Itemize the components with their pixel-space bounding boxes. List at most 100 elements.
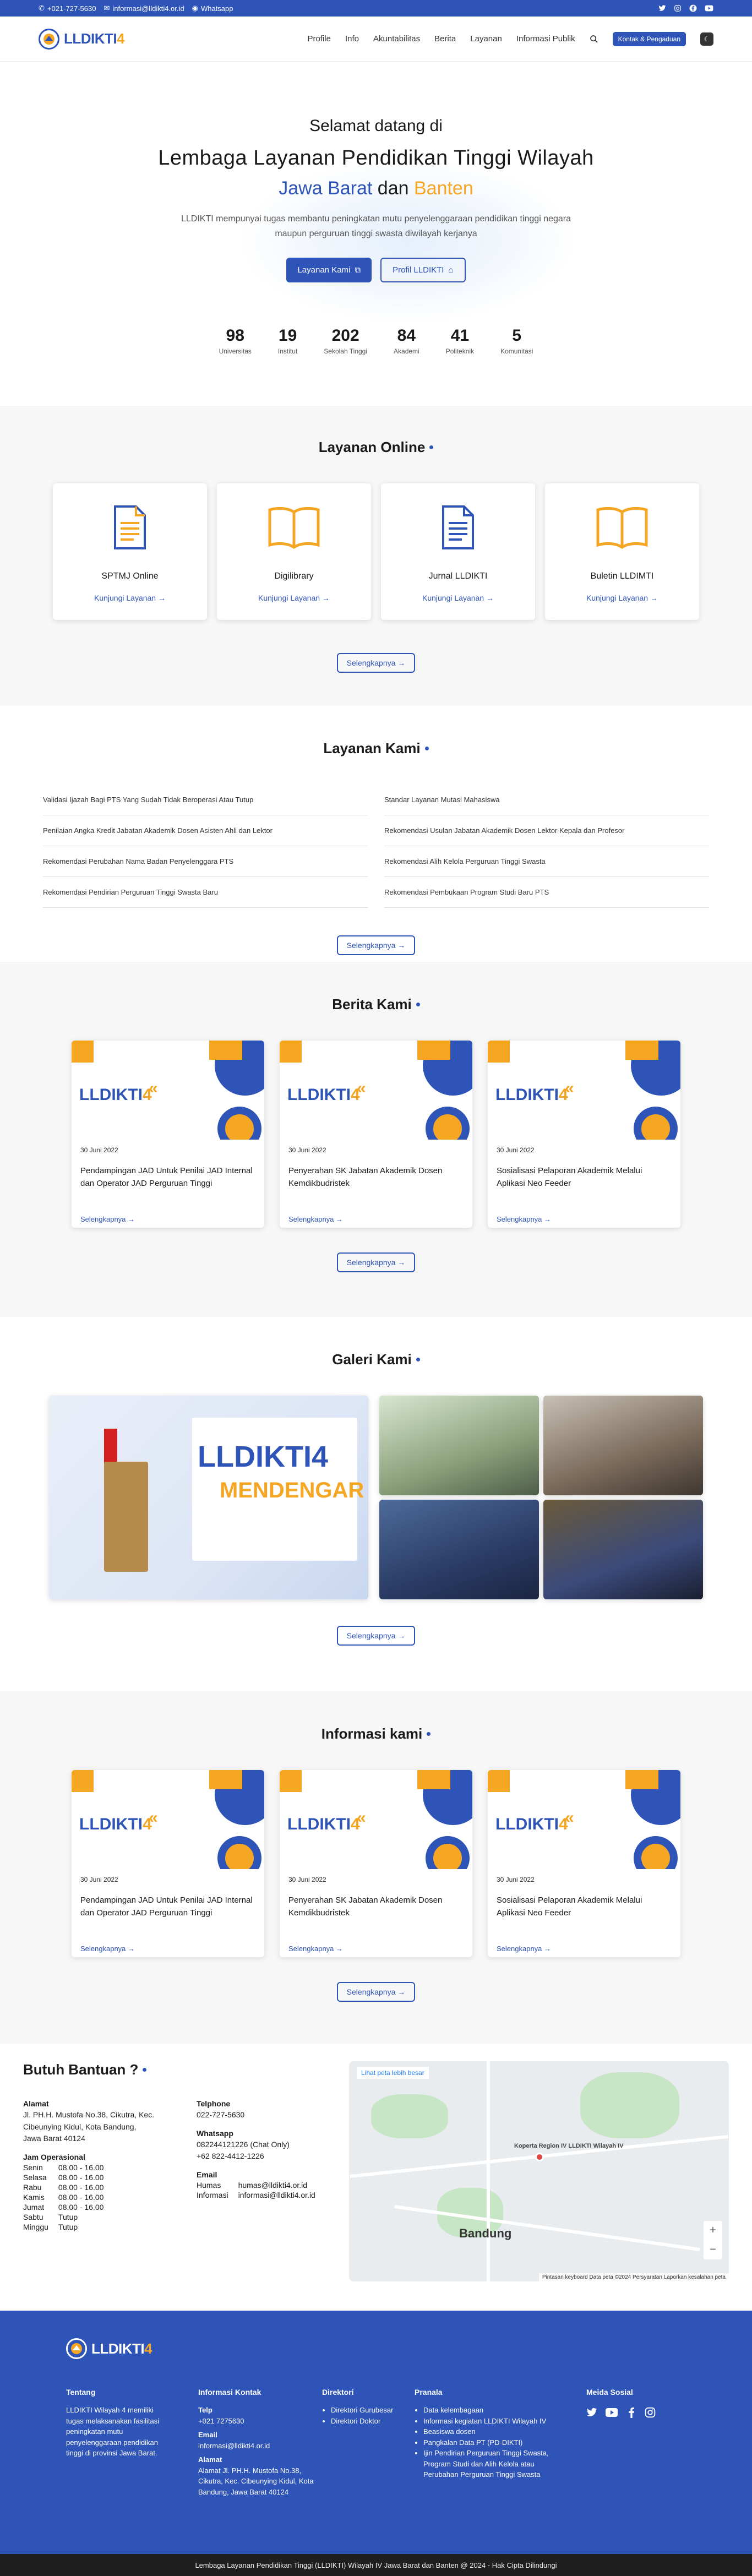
news-link[interactable]: Selengkapnya → [80, 1215, 135, 1223]
phone-contact[interactable]: ✆ +021-727-5630 [39, 4, 96, 13]
news-title[interactable]: Pendampingan JAD Untuk Penilai JAD Inter… [80, 1165, 255, 1205]
news-card[interactable]: «LLDIKTI4 30 Juni 2022 Penyerahan SK Jaba… [280, 1041, 472, 1228]
informasi-more-button[interactable]: Selengkapnya → [336, 1982, 416, 2002]
hours-day: Rabu [23, 2183, 42, 2192]
nav-item-akuntabilitas[interactable]: Akuntabilitas [373, 34, 420, 43]
location-map[interactable]: Koperta Region IV LLDIKTI Wilayah IV Ban… [349, 2061, 729, 2281]
footer-link[interactable]: Data kelembagaan [423, 2405, 563, 2416]
news-title[interactable]: Sosialisasi Pelaporan Akademik Melalui A… [497, 1165, 672, 1205]
service-card[interactable]: Jurnal LLDIKTI Kunjungi Layanan → [381, 483, 535, 620]
service-link[interactable]: Kunjungi Layanan → [586, 593, 658, 602]
facebook-icon[interactable] [626, 2405, 637, 2423]
info-link[interactable]: Selengkapnya → [80, 1945, 135, 1953]
site-logo[interactable]: LLDIKTI4 [39, 28, 125, 50]
youtube-icon[interactable] [705, 4, 713, 12]
instagram-icon[interactable] [674, 4, 682, 12]
footer-link[interactable]: Beasiswa dosen [423, 2426, 563, 2437]
info-card[interactable]: «LLDIKTI4 30 Juni 2022 Pendampingan JAD U… [72, 1770, 264, 1957]
service-list-item[interactable]: Standar Layanan Mutasi Mahasiswa [384, 785, 709, 815]
info-title[interactable]: Pendampingan JAD Untuk Penilai JAD Inter… [80, 1894, 255, 1934]
service-link[interactable]: Kunjungi Layanan → [94, 593, 166, 602]
gallery-photo[interactable] [379, 1500, 539, 1599]
whatsapp-text[interactable]: 082244121226 (Chat Only) [197, 2139, 325, 2151]
berita-more-button[interactable]: Selengkapnya → [336, 1252, 416, 1272]
info-title[interactable]: Sosialisasi Pelaporan Akademik Melalui A… [497, 1894, 672, 1934]
service-list-item[interactable]: Rekomendasi Pendirian Perguruan Tinggi S… [43, 877, 368, 908]
gallery-photo[interactable] [543, 1396, 703, 1495]
whatsapp-contact[interactable]: ◉ Whatsapp [192, 4, 233, 13]
email-contact[interactable]: ✉ informasi@lldikti4.or.id [103, 4, 184, 13]
gallery-photo[interactable] [379, 1396, 539, 1495]
stat-label: Institut [277, 347, 298, 356]
footer-link[interactable]: Direktori Doktor [331, 2416, 415, 2427]
hours-row: Senin 08.00 - 16.00 [23, 2163, 113, 2172]
nav-item-informasi-publik[interactable]: Informasi Publik [516, 34, 575, 43]
instagram-icon[interactable] [645, 2405, 656, 2423]
facebook-icon[interactable] [689, 4, 697, 12]
gallery-photo[interactable] [543, 1500, 703, 1599]
footer-heading: Meida Sosial [586, 2388, 633, 2397]
service-link[interactable]: Kunjungi Layanan → [258, 593, 330, 602]
footer-phone[interactable]: +021 7275630 [198, 2416, 322, 2427]
footer-tentang: Tentang LLDIKTI Wilayah 4 memiliki tugas… [66, 2387, 198, 2497]
service-link[interactable]: Kunjungi Layanan → [422, 593, 494, 602]
layanan-kami-more-button[interactable]: Selengkapnya → [336, 935, 416, 955]
layanan-online-more-button[interactable]: Selengkapnya → [336, 653, 416, 673]
telephone-text[interactable]: 022-727-5630 [197, 2109, 325, 2121]
email-value[interactable]: informasi@lldikti4.or.id [238, 2190, 325, 2200]
footer-logo[interactable]: LLDIKTI4 [66, 2338, 708, 2359]
news-link[interactable]: Selengkapnya → [497, 1215, 551, 1223]
email-key: Humas [197, 2181, 221, 2190]
news-title[interactable]: Penyerahan SK Jabatan Akademik Dosen Kem… [288, 1165, 464, 1205]
footer-link[interactable]: Pangkalan Data PT (PD-DIKTI) [423, 2437, 563, 2448]
title-dot [416, 1358, 420, 1361]
service-list-item[interactable]: Penilaian Angka Kredit Jabatan Akademik … [43, 815, 368, 846]
email-value[interactable]: humas@lldikti4.or.id [238, 2180, 325, 2190]
twitter-icon[interactable] [586, 2405, 597, 2423]
map-zoom-control[interactable]: + − [704, 2221, 722, 2259]
info-link[interactable]: Selengkapnya → [497, 1945, 551, 1953]
section-title: Layanan Kami [323, 740, 429, 757]
footer-link[interactable]: Informasi kegiatan LLDIKTI Wilayah IV [423, 2416, 563, 2427]
zoom-in-icon[interactable]: + [710, 2224, 716, 2237]
service-card[interactable]: SPTMJ Online Kunjungi Layanan → [53, 483, 207, 620]
search-icon[interactable] [590, 35, 598, 43]
footer-link[interactable]: Direktori Gurubesar [331, 2405, 415, 2416]
footer-email[interactable]: informasi@lldikti4.or.id [198, 2441, 322, 2452]
info-link[interactable]: Selengkapnya → [288, 1945, 343, 1953]
info-card[interactable]: «LLDIKTI4 30 Juni 2022 Penyerahan SK Jaba… [280, 1770, 472, 1957]
info-card[interactable]: «LLDIKTI4 30 Juni 2022 Sosialisasi Pelapo… [488, 1770, 680, 1957]
youtube-icon[interactable] [605, 2405, 618, 2423]
twitter-icon[interactable] [658, 4, 666, 12]
contact-complaint-button[interactable]: Kontak & Pengaduan [612, 31, 686, 46]
footer-direktori: Direktori Direktori Gurubesar Direktori … [322, 2387, 415, 2497]
news-card[interactable]: «LLDIKTI4 30 Juni 2022 Pendampingan JAD U… [72, 1041, 264, 1228]
info-title[interactable]: Penyerahan SK Jabatan Akademik Dosen Kem… [288, 1894, 464, 1934]
service-list-item[interactable]: Rekomendasi Perubahan Nama Badan Penyele… [43, 846, 368, 877]
nav-item-info[interactable]: Info [345, 34, 359, 43]
gallery-photo-featured[interactable]: LLDIKTI4 MENDENGAR [49, 1396, 368, 1599]
nav-item-layanan[interactable]: Layanan [470, 34, 502, 43]
service-list-item[interactable]: Rekomendasi Pembukaan Program Studi Baru… [384, 877, 709, 908]
service-list-item[interactable]: Rekomendasi Alih Kelola Perguruan Tinggi… [384, 846, 709, 877]
phone-icon: ✆ [39, 4, 45, 12]
footer-link[interactable]: Ijin Pendirian Perguruan Tinggi Swasta, … [423, 2448, 563, 2480]
news-date: 30 Juni 2022 [288, 1146, 326, 1154]
dark-mode-toggle-icon[interactable]: ☾ [700, 32, 713, 46]
service-list-item[interactable]: Rekomendasi Usulan Jabatan Akademik Dose… [384, 815, 709, 846]
stat-number: 5 [512, 326, 522, 345]
news-card[interactable]: «LLDIKTI4 30 Juni 2022 Sosialisasi Pelapo… [488, 1041, 680, 1228]
whatsapp-text[interactable]: +62 822-4412-1226 [197, 2150, 325, 2163]
map-open-larger-link[interactable]: Lihat peta lebih besar [357, 2067, 429, 2079]
layanan-kami-button[interactable]: Layanan Kami ⧉ [286, 258, 372, 283]
zoom-out-icon[interactable]: − [710, 2243, 716, 2256]
service-list-item[interactable]: Validasi Ijazah Bagi PTS Yang Sudah Tida… [43, 785, 368, 815]
nav-item-profile[interactable]: Profile [307, 34, 331, 43]
service-card[interactable]: Digilibrary Kunjungi Layanan → [217, 483, 371, 620]
galeri-more-button[interactable]: Selengkapnya → [336, 1626, 416, 1646]
profil-lldikti-button[interactable]: Profil LLDIKTI ⌂ [380, 258, 466, 283]
map-pin-icon[interactable] [535, 2153, 544, 2161]
service-card[interactable]: Buletin LLDIMTI Kunjungi Layanan → [545, 483, 699, 620]
news-link[interactable]: Selengkapnya → [288, 1215, 343, 1223]
nav-item-berita[interactable]: Berita [434, 34, 456, 43]
